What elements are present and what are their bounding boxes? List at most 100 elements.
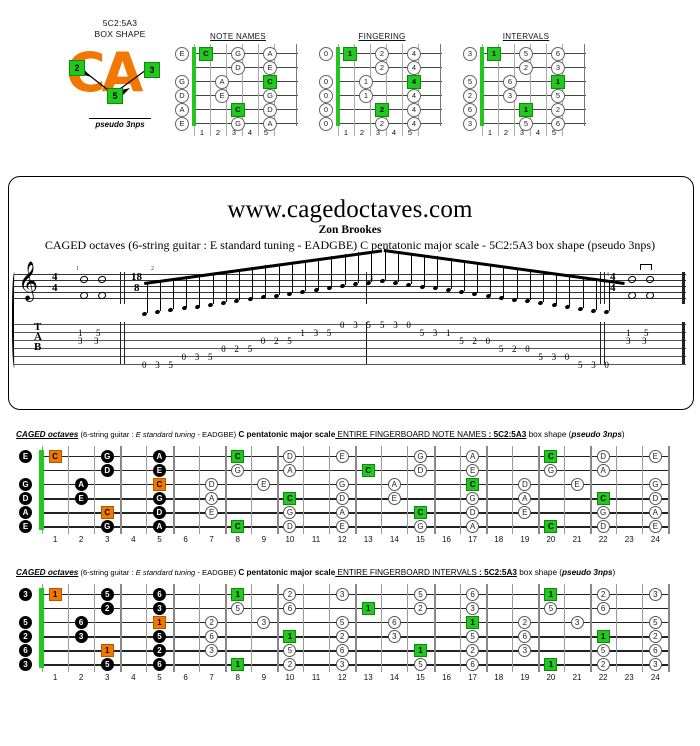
fb-1-note-outline-38: 3 [387,630,401,643]
fb0-tuning: (6-string guitar : [78,430,136,439]
fb-fret-1-8 [250,584,252,672]
mini-fret-number-0-4: 5 [263,128,269,137]
fb0-shape: box shape ( [526,430,572,439]
fb-1-note-outline-7: 5 [413,588,427,601]
note-stem-0 [146,282,148,313]
fb-0-marker-green-16: C [361,464,375,477]
tab-line-0 [14,324,686,325]
mini-fret-number-0-2: 3 [231,128,237,137]
fb-1-note-filled-3: 6 [152,588,166,601]
note-stem-35 [608,280,610,312]
fb-fret-number-1-9: 10 [285,673,295,682]
fb-fret-0-4 [146,446,148,534]
fb-0-note-outline-7: G [413,450,427,463]
fb-0-note-outline-48: A [335,506,349,519]
fb-1-note-outline-11: 3 [648,588,662,601]
mini-fret-number-0-0: 1 [199,128,205,137]
chord-notehead-1 [97,274,107,284]
fb-fret-0-21 [590,446,593,534]
fb-fret-number-0-5: 6 [183,535,188,544]
fb-fret-number-0-3: 4 [131,535,136,544]
note-stem-33 [582,276,584,308]
tab-num-desc-8: 0 [485,336,491,346]
mini-note-0-8: C [263,75,277,89]
mini-note-0-11: G [263,89,277,103]
tab-bar-line-1 [124,322,125,364]
note-stem-19 [397,250,399,282]
fb-fret-number-1-0: 1 [52,673,58,682]
note-stem-9 [265,265,267,297]
fb-fret-number-0-15: 16 [442,535,451,544]
mini-note-1-1: 1 [343,47,357,61]
fb-1-note-filled-21: 5 [19,616,32,629]
fb-fret-number-0-21: 22 [598,535,608,544]
fb-0-note-outline-30: E [570,478,584,491]
fb-0-marker-green-4: C [231,450,245,463]
mini-neck-curve-0 [296,44,303,126]
fb-1-marker-orange-44: 1 [100,644,114,657]
fb-fret-1-24 [668,584,671,672]
mini-fret-4 [402,44,403,136]
fb-1-note-filled-22: 6 [74,616,88,629]
note-stem-10 [278,263,280,295]
bar-line-4 [604,272,605,304]
bar-line-5 [682,272,685,304]
fb-1-note-filled-0: 3 [19,588,32,601]
note-stem-24 [463,260,465,292]
fb-fret-number-0-7: 8 [235,535,240,544]
tab-num-desc-13: 3 [551,352,557,362]
caged-letters-art: CA 2 5 3 [60,44,180,116]
fb-fret-number-0-17: 18 [494,535,504,544]
fb1-scale: C pentatonic major scale [238,568,336,577]
mini-note-0-13: C [231,103,245,117]
fb-fret-0-2 [94,446,96,534]
fb-0-note-outline-26: G [335,478,349,491]
tab-num-outro-2: 3 [626,336,631,346]
mini-note-2-6: 5 [463,75,477,89]
tab-line-1 [14,332,686,333]
fb-1-note-outline-30: 3 [570,616,584,629]
fb-1-note-filled-45: 2 [152,644,166,657]
mini-note-2-10: 3 [503,89,517,103]
fb0-section: ENTIRE FINGERBOARD NOTE NAMES [335,430,489,439]
fb-nut-0 [39,450,44,530]
fb-fret-1-9 [276,584,279,672]
tab-num-desc-7: 2 [472,336,477,346]
tab-num-asc-15: 0 [340,320,345,330]
fb-0-note-outline-6: E [335,450,349,463]
fb-1-note-filled-33: 3 [74,630,88,643]
fb-fret-1-1 [68,584,70,672]
treble-clef: 𝄞 [18,261,39,301]
note-stem-15 [344,254,346,286]
mini-note-2-8: 1 [551,75,565,89]
tab-num-desc-2: 0 [406,320,411,330]
fb0-close: ) [621,430,625,439]
tab-num-intro-2: 3 [78,336,83,346]
fb-0-marker-orange-44: C [100,506,114,519]
fb-1-note-filled-32: 2 [19,630,32,643]
fb-0-note-outline-59: E [335,520,349,533]
staff-line-1 [14,280,686,281]
mini-diagram-note-names: NOTE NAMES E C G A D E G A C D E G A C D E G A 1 2 3 4 5 [175,32,298,137]
fb-fret-number-0-6: 7 [209,535,214,544]
staff-side-label: E-Gt [0,315,1,327]
fb1-tuning: (6-string guitar : [78,568,136,577]
fb-fret-0-15 [433,446,436,534]
fb-fret-1-20 [564,584,565,672]
note-stem-22 [437,256,439,288]
fb-1-note-filled-34: 5 [152,630,166,643]
mini-note-2-9: 2 [463,89,477,103]
fb-fret-0-13 [381,446,383,534]
fb-0-marker-green-9: C [544,450,558,463]
tab-num-asc-8: 5 [247,344,253,354]
mini-note-1-15: 0 [319,117,333,131]
fb-fret-1-4 [146,584,148,672]
tab-num-asc-11: 5 [287,336,292,346]
mini-fret-number-0-3: 4 [247,128,253,137]
fb0-tuning-em: E standard tuning [135,430,196,439]
mini-note-0-6: G [175,75,189,89]
fb-fret-0-12 [355,446,358,534]
mini-note-0-1: C [199,47,213,61]
fb-0-marker-green-28: C [466,478,480,491]
fb-fret-number-0-18: 19 [520,535,530,544]
